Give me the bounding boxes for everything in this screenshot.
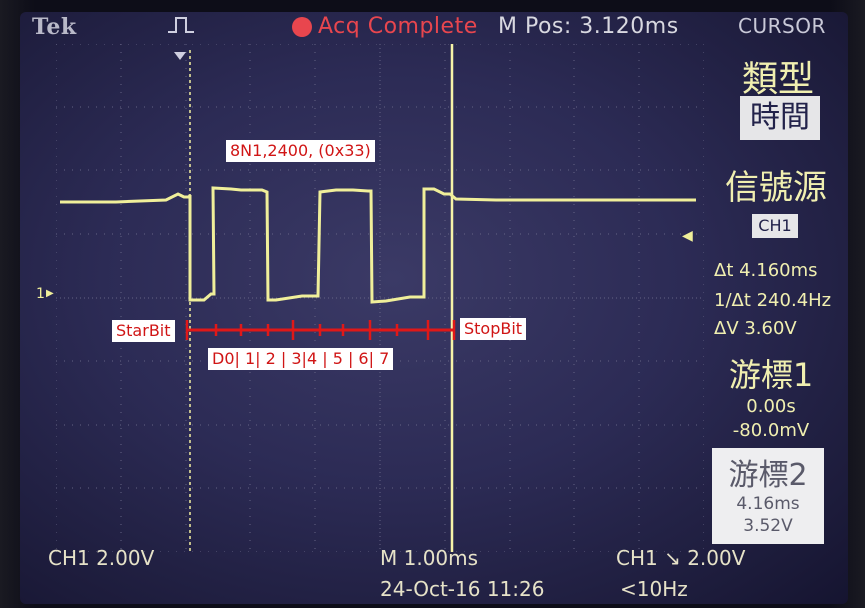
acquisition-status-icon bbox=[292, 17, 312, 37]
delta-voltage: ΔV 3.60V bbox=[714, 318, 797, 339]
ch1-scale: CH1 2.00V bbox=[48, 546, 155, 570]
delta-time: Δt 4.160ms bbox=[714, 260, 818, 281]
date-time: 24-Oct-16 11:26 bbox=[380, 577, 545, 601]
menu-title: CURSOR bbox=[738, 14, 826, 38]
cursor-2-time: 4.16ms bbox=[736, 494, 800, 514]
trigger-level-icon: ◀ bbox=[682, 228, 693, 244]
cursor-2-voltage: 3.52V bbox=[743, 516, 793, 536]
stop-bit-label: StopBit bbox=[460, 318, 527, 340]
trigger-frequency: <10Hz bbox=[620, 577, 688, 601]
cursor-1-time: 0.00s bbox=[746, 396, 796, 417]
bit-timeline bbox=[185, 320, 456, 340]
waveform-display bbox=[56, 44, 704, 552]
ch1-waveform bbox=[60, 186, 696, 304]
cursor-source-value[interactable]: CH1 bbox=[752, 214, 798, 238]
brand-logo: Tek bbox=[32, 14, 77, 40]
cursor-1-voltage: -80.0mV bbox=[732, 420, 810, 441]
timebase: M 1.00ms bbox=[380, 546, 479, 570]
acquisition-status: Acq Complete bbox=[318, 14, 478, 39]
graticule-grid bbox=[56, 44, 704, 552]
trigger-setting: CH1 ↘ 2.00V bbox=[616, 546, 746, 570]
status-bar: Tek Acq Complete M Pos: 3.120ms CURSOR bbox=[20, 12, 848, 44]
cursor-type-value[interactable]: 時間 bbox=[740, 96, 820, 140]
cursor-1-label[interactable]: 游標1 bbox=[716, 350, 826, 396]
cursor-type-label[interactable]: 類型 bbox=[730, 50, 826, 102]
trigger-position-icon bbox=[168, 17, 194, 33]
ch1-ground-arrow-icon: ▶ bbox=[46, 288, 54, 299]
data-bits-label: D0| 1| 2 | 3|4 | 5 | 6| 7 bbox=[208, 348, 394, 370]
frame-format-label: 8N1,2400, (0x33) bbox=[226, 140, 375, 162]
inverse-delta-time: 1/Δt 240.4Hz bbox=[714, 290, 832, 311]
cursor-source-label[interactable]: 信號源 bbox=[714, 160, 838, 209]
ch1-ground-marker: 1 bbox=[36, 286, 45, 302]
cursor-2-box[interactable]: 游標2 4.16ms 3.52V bbox=[712, 448, 824, 544]
trigger-position-marker bbox=[174, 52, 186, 60]
start-bit-label: StarBit bbox=[112, 320, 175, 342]
horizontal-position: M Pos: 3.120ms bbox=[498, 14, 679, 39]
cursor-2-label: 游標2 bbox=[728, 458, 808, 493]
